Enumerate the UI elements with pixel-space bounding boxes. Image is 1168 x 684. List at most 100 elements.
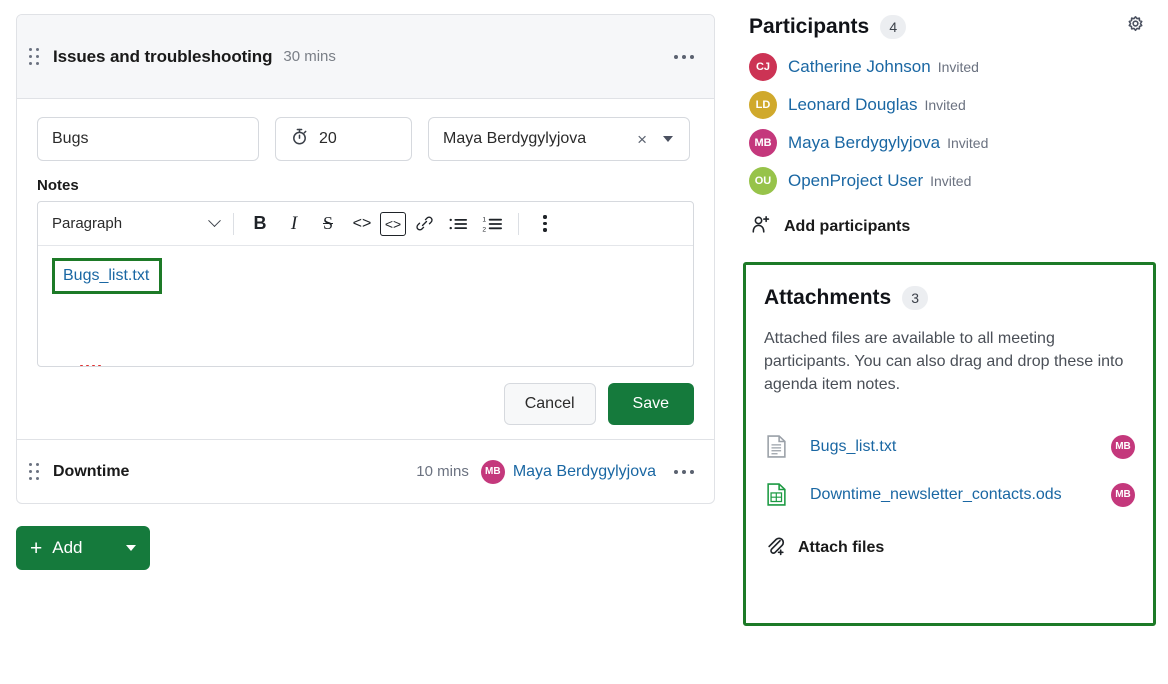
add-participants-button[interactable]: Add participants — [743, 214, 1156, 240]
editor-toolbar: Paragraph B I S — [38, 202, 693, 246]
cancel-button[interactable]: Cancel — [504, 383, 596, 425]
form-actions: Cancel Save — [37, 383, 694, 425]
bold-icon: B — [254, 213, 267, 234]
agenda-presenter-select[interactable]: Maya Berdygylyjova × — [428, 117, 690, 161]
participants-header: Participants 4 — [743, 6, 1156, 48]
bullet-list-button[interactable] — [442, 209, 474, 239]
attachments-title: Attachments — [764, 286, 891, 310]
spreadsheet-file-icon — [764, 483, 788, 506]
spellcheck-underline — [77, 365, 104, 367]
agenda-item-row-downtime[interactable]: Downtime 10 mins MB Maya Berdygylyjova — [17, 439, 714, 503]
add-participants-label: Add participants — [784, 218, 910, 236]
participant-name[interactable]: OpenProject User — [788, 171, 923, 191]
paragraph-style-select[interactable]: Paragraph — [48, 209, 223, 239]
avatar: CJ — [749, 53, 777, 81]
numbered-list-button[interactable]: 1 2 — [476, 209, 508, 239]
link-icon — [415, 214, 434, 233]
agenda-item-duration: 30 mins — [283, 48, 336, 65]
link-button[interactable] — [408, 209, 440, 239]
attach-files-label: Attach files — [798, 539, 884, 557]
attachments-panel: Attachments 3 Attached files are availab… — [743, 262, 1156, 626]
stopwatch-icon — [290, 127, 309, 151]
attachments-header: Attachments 3 — [764, 281, 1135, 315]
attachment-file-link[interactable]: Downtime_newsletter_contacts.ods — [810, 486, 1111, 504]
code-block-icon: <> — [385, 216, 401, 232]
italic-icon: I — [291, 213, 297, 235]
person-add-icon — [751, 214, 772, 240]
list-item[interactable]: Downtime_newsletter_contacts.ods MB — [764, 471, 1135, 519]
agenda-item-card: Issues and troubleshooting 30 mins Bugs — [16, 14, 715, 504]
chevron-down-icon — [208, 214, 221, 227]
avatar: MB — [1111, 435, 1135, 459]
note-attachment-highlight: Bugs_list.txt — [52, 258, 162, 294]
inline-code-icon: <> — [353, 215, 372, 233]
chevron-down-icon[interactable] — [663, 136, 673, 142]
bullet-list-icon — [448, 215, 468, 233]
avatar: MB — [749, 129, 777, 157]
avatar: OU — [749, 167, 777, 195]
numbered-list-icon: 1 2 — [482, 215, 503, 233]
attachments-count-badge: 3 — [902, 286, 928, 310]
status-badge: Invited — [938, 59, 979, 75]
list-item[interactable]: MB Maya Berdygylyjova Invited — [743, 124, 1156, 162]
agenda-item-presenter[interactable]: Maya Berdygylyjova — [513, 463, 656, 481]
agenda-title-input[interactable]: Bugs — [37, 117, 259, 161]
add-button-label: Add — [52, 538, 126, 558]
notes-editor-content[interactable]: Bugs_list.txt — [38, 246, 693, 366]
code-block-button[interactable]: <> — [380, 212, 406, 236]
save-button[interactable]: Save — [608, 383, 694, 425]
strikethrough-icon: S — [323, 213, 333, 234]
clear-icon[interactable]: × — [633, 131, 651, 148]
attach-files-button[interactable]: Attach files — [764, 535, 1135, 562]
agenda-column: Issues and troubleshooting 30 mins Bugs — [0, 0, 735, 684]
strikethrough-button[interactable]: S — [312, 209, 344, 239]
drag-handle-icon[interactable] — [27, 46, 41, 68]
list-item[interactable]: Bugs_list.txt MB — [764, 423, 1135, 471]
notes-editor: Paragraph B I S — [37, 201, 694, 367]
participants-title: Participants — [749, 15, 869, 39]
list-item[interactable]: CJ Catherine Johnson Invited — [743, 48, 1156, 86]
paperclip-add-icon — [764, 535, 786, 562]
status-badge: Invited — [930, 173, 971, 189]
toolbar-divider — [233, 213, 234, 235]
italic-button[interactable]: I — [278, 209, 310, 239]
agenda-duration-input[interactable]: 20 — [275, 117, 412, 161]
avatar: LD — [749, 91, 777, 119]
status-badge: Invited — [924, 97, 965, 113]
agenda-title-input-value: Bugs — [52, 130, 88, 148]
drag-handle-icon[interactable] — [27, 461, 41, 483]
agenda-item-more-menu-icon[interactable] — [670, 464, 698, 480]
participant-name[interactable]: Leonard Douglas — [788, 95, 917, 115]
inline-code-button[interactable]: <> — [346, 209, 378, 239]
participants-list: CJ Catherine Johnson Invited LD Leonard … — [743, 48, 1156, 200]
attachment-file-link[interactable]: Bugs_list.txt — [810, 438, 1111, 456]
toolbar-more-icon — [543, 215, 546, 231]
agenda-presenter-value: Maya Berdygylyjova — [443, 130, 627, 148]
paragraph-style-label: Paragraph — [52, 215, 210, 232]
avatar: MB — [1111, 483, 1135, 507]
agenda-duration-input-value: 20 — [319, 130, 337, 148]
agenda-item-more-menu-icon[interactable] — [670, 49, 698, 65]
list-item[interactable]: OU OpenProject User Invited — [743, 162, 1156, 200]
agenda-item-header: Issues and troubleshooting 30 mins — [17, 15, 714, 99]
note-file-link[interactable]: Bugs_list.txt — [63, 267, 149, 284]
gear-icon[interactable] — [1121, 10, 1150, 44]
meeting-agenda-page: Issues and troubleshooting 30 mins Bugs — [0, 0, 1168, 684]
editor-more-button[interactable] — [529, 209, 561, 239]
avatar: MB — [481, 460, 505, 484]
agenda-item-duration: 10 mins — [416, 463, 469, 480]
agenda-item-edit-form: Bugs 20 — [17, 99, 714, 439]
text-file-icon — [764, 435, 788, 458]
participant-name[interactable]: Maya Berdygylyjova — [788, 133, 940, 153]
list-item[interactable]: LD Leonard Douglas Invited — [743, 86, 1156, 124]
participant-name[interactable]: Catherine Johnson — [788, 57, 931, 77]
bold-button[interactable]: B — [244, 209, 276, 239]
chevron-down-icon[interactable] — [126, 545, 136, 551]
agenda-item-title: Issues and troubleshooting — [53, 47, 272, 67]
plus-icon: + — [30, 538, 42, 559]
attachments-description: Attached files are available to all meet… — [764, 327, 1135, 397]
status-badge: Invited — [947, 135, 988, 151]
sidebar-column: Participants 4 CJ Catherine Johnson Invi… — [735, 0, 1168, 684]
svg-text:2: 2 — [482, 226, 486, 233]
add-button[interactable]: + Add — [16, 526, 150, 570]
